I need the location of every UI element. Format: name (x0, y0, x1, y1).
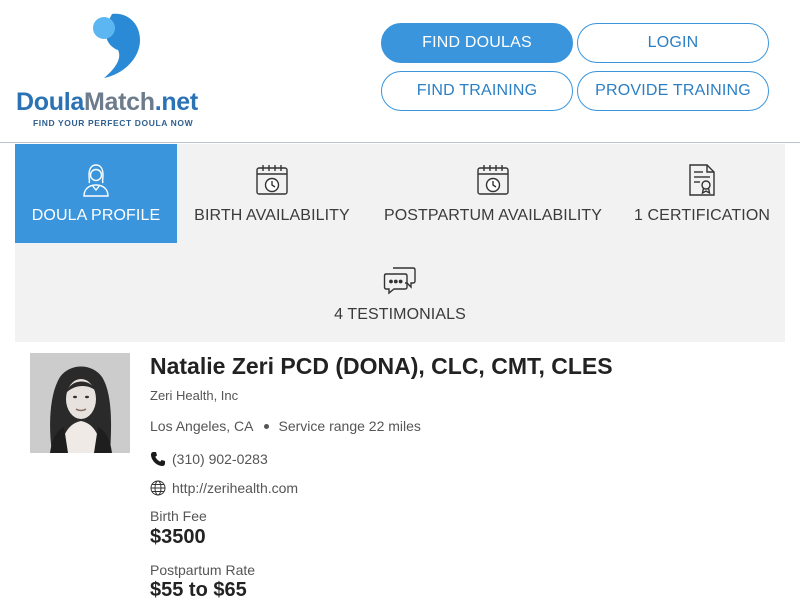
tab-label: DOULA PROFILE (31, 207, 161, 224)
profile-tabs: DOULA PROFILE BIRTH AVAILABILITY POSTPAR… (15, 144, 785, 342)
tab-label: BIRTH AVAILABILITY (194, 207, 350, 224)
service-range-text: Service range 22 miles (278, 418, 421, 434)
postpartum-rate-label: Postpartum Rate (150, 562, 256, 578)
logo-wordmark: DoulaMatch.net (16, 88, 198, 116)
logo-mark-icon (93, 13, 140, 79)
tab-label: 1 CERTIFICATION (633, 207, 771, 224)
logo-tagline: FIND YOUR PERFECT DOULA NOW (33, 118, 194, 128)
tab-label: POSTPARTUM AVAILABILITY (383, 207, 603, 224)
tab-postpartum-availability[interactable]: POSTPARTUM AVAILABILITY (367, 144, 619, 243)
profile-photo (30, 353, 130, 453)
doula-name: Natalie Zeri PCD (DONA), CLC, CMT, CLES (150, 353, 613, 379)
company-name: Zeri Health, Inc (150, 388, 239, 403)
postpartum-rate-value: $55 to $65 (150, 579, 247, 600)
calendar-clock-icon (475, 162, 511, 198)
birth-fee-value: $3500 (150, 526, 206, 548)
globe-icon (150, 480, 166, 496)
tab-testimonials[interactable]: 4 TESTIMONIALS (285, 243, 515, 342)
calendar-clock-icon (254, 162, 290, 198)
site-header: DoulaMatch.net FIND YOUR PERFECT DOULA N… (0, 0, 800, 143)
certificate-icon (684, 162, 720, 198)
tab-doula-profile[interactable]: DOULA PROFILE (15, 144, 177, 243)
provide-training-button[interactable]: PROVIDE TRAINING (577, 71, 769, 111)
website-row[interactable]: http://zerihealth.com (150, 480, 298, 496)
birth-fee-label: Birth Fee (150, 508, 207, 524)
phone-number[interactable]: (310) 902-0283 (172, 451, 268, 467)
site-logo[interactable]: DoulaMatch.net FIND YOUR PERFECT DOULA N… (16, 10, 226, 132)
website-link[interactable]: http://zerihealth.com (172, 480, 298, 496)
login-button[interactable]: LOGIN (577, 23, 769, 63)
phone-row[interactable]: (310) 902-0283 (150, 451, 268, 467)
find-training-button[interactable]: FIND TRAINING (381, 71, 573, 111)
location-row: Los Angeles, CA Service range 22 miles (150, 418, 421, 434)
location-text: Los Angeles, CA (150, 418, 254, 434)
person-icon (78, 162, 114, 198)
phone-icon (150, 451, 166, 467)
tab-certification[interactable]: 1 CERTIFICATION (619, 144, 785, 243)
chat-bubbles-icon (382, 261, 418, 297)
tab-label: 4 TESTIMONIALS (334, 306, 466, 323)
separator-dot (263, 423, 269, 429)
tab-birth-availability[interactable]: BIRTH AVAILABILITY (177, 144, 367, 243)
find-doulas-button[interactable]: FIND DOULAS (381, 23, 573, 63)
